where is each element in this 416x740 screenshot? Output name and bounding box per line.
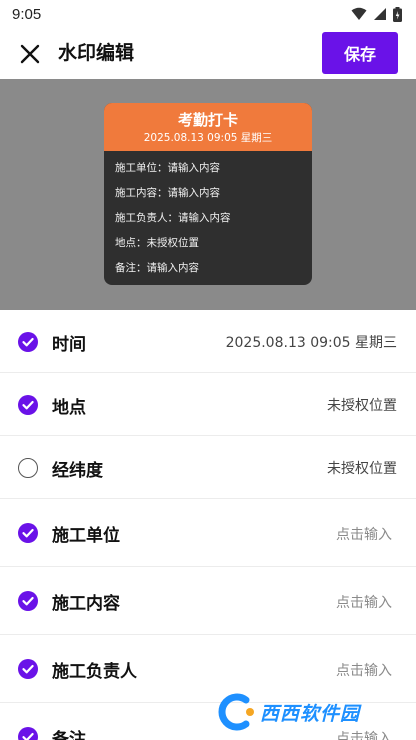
watermark-card-body: 施工单位：请输入内容 施工内容：请输入内容 施工负责人：请输入内容 地点：未授权…: [104, 151, 312, 281]
checkmark-icon: [22, 400, 34, 410]
field-row-coordinates[interactable]: 经纬度 未授权位置: [0, 436, 416, 499]
close-icon: [20, 44, 40, 64]
field-value: 未授权位置: [327, 398, 397, 414]
field-row-content[interactable]: 施工内容 点击输入: [0, 567, 416, 635]
logo-mark-icon: [218, 693, 254, 731]
check-icon[interactable]: [18, 395, 38, 415]
check-icon[interactable]: [18, 591, 38, 611]
check-icon[interactable]: [18, 523, 38, 543]
check-icon[interactable]: [18, 458, 38, 478]
field-label: 时间: [52, 335, 86, 355]
field-label: 施工内容: [52, 594, 120, 614]
field-input-hint[interactable]: 点击输入: [336, 592, 392, 612]
checkmark-icon: [22, 528, 34, 538]
field-list: 时间 2025.08.13 09:05 星期三 地点 未授权位置 经纬度 未授权…: [0, 310, 416, 740]
field-label: 经纬度: [52, 461, 103, 481]
watermark-preview: 考勤打卡 2025.08.13 09:05 星期三 施工单位：请输入内容 施工内…: [0, 79, 416, 310]
wifi-icon: [351, 7, 367, 20]
field-label: 备注: [52, 730, 86, 740]
app-bar: 水印编辑 保存: [0, 28, 416, 78]
field-row-unit[interactable]: 施工单位 点击输入: [0, 499, 416, 567]
watermark-card-row: 施工负责人：请输入内容: [115, 212, 231, 224]
close-button[interactable]: [16, 40, 44, 68]
watermark-card-datetime: 2025.08.13 09:05 星期三: [143, 132, 273, 144]
field-label: 施工单位: [52, 526, 120, 546]
watermark-card-row: 备注：请输入内容: [115, 262, 199, 274]
watermark-card[interactable]: 考勤打卡 2025.08.13 09:05 星期三 施工单位：请输入内容 施工内…: [104, 103, 312, 285]
field-input-hint[interactable]: 点击输入: [336, 660, 392, 680]
watermark-card-row: 施工单位：请输入内容: [115, 162, 220, 174]
checkmark-icon: [22, 337, 34, 347]
check-icon[interactable]: [18, 332, 38, 352]
battery-icon: [393, 6, 402, 22]
status-time: 9:05: [12, 5, 42, 23]
save-button[interactable]: 保存: [322, 32, 398, 74]
watermark-card-row: 地点：未授权位置: [115, 237, 199, 249]
signal-icon: [374, 8, 386, 20]
checkmark-icon: [22, 596, 34, 606]
field-row-time[interactable]: 时间 2025.08.13 09:05 星期三: [0, 310, 416, 373]
watermark-card-title: 考勤打卡: [177, 111, 238, 129]
checkmark-icon: [22, 732, 34, 740]
check-icon[interactable]: [18, 727, 38, 740]
page-title: 水印编辑: [58, 42, 135, 64]
field-input-hint[interactable]: 点击输入: [336, 524, 392, 544]
field-value: 未授权位置: [327, 461, 397, 477]
status-icons: [351, 6, 402, 22]
status-bar: 9:05: [0, 0, 416, 28]
site-watermark-logo: 西西软件园: [216, 690, 400, 734]
field-label: 施工负责人: [52, 662, 137, 682]
site-watermark-text: 西西软件园: [260, 702, 361, 725]
checkmark-icon: [22, 664, 34, 674]
watermark-card-header: 考勤打卡 2025.08.13 09:05 星期三: [104, 103, 312, 151]
field-value: 2025.08.13 09:05 星期三: [225, 335, 397, 351]
field-label: 地点: [52, 398, 86, 418]
check-icon[interactable]: [18, 659, 38, 679]
watermark-card-row: 施工内容：请输入内容: [115, 187, 220, 199]
field-row-location[interactable]: 地点 未授权位置: [0, 373, 416, 436]
